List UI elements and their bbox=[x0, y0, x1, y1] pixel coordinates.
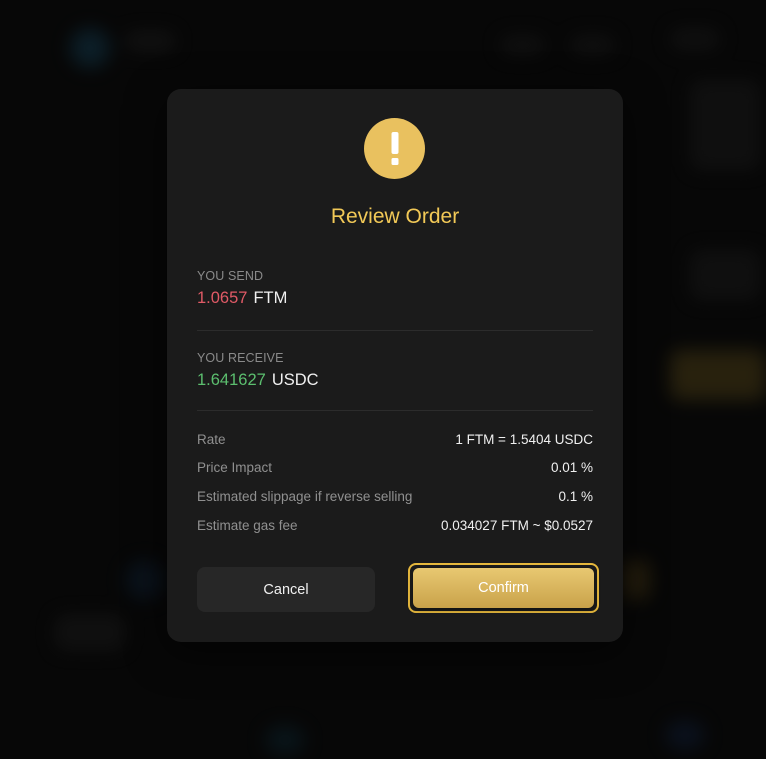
detail-row-gas-fee: Estimate gas fee 0.034027 FTM ~ $0.0527 bbox=[197, 518, 593, 533]
you-receive-amount: 1.641627 USDC bbox=[197, 371, 319, 390]
review-order-modal: Review Order YOU SEND 1.0657 FTM YOU RECE… bbox=[167, 89, 623, 642]
warning-exclamation-icon bbox=[364, 118, 425, 179]
detail-label: Estimated slippage if reverse selling bbox=[197, 489, 413, 504]
divider bbox=[197, 330, 593, 331]
receive-token: USDC bbox=[271, 371, 319, 389]
you-send-amount: 1.0657 FTM bbox=[197, 289, 287, 308]
divider bbox=[197, 410, 593, 411]
modal-title: Review Order bbox=[330, 205, 460, 228]
detail-label: Price Impact bbox=[197, 460, 273, 475]
detail-label: Rate bbox=[197, 432, 226, 447]
detail-row-rate: Rate 1 FTM = 1.5404 USDC bbox=[197, 432, 593, 447]
you-receive-label: YOU RECEIVE bbox=[197, 351, 284, 365]
detail-value: 0.1 % bbox=[558, 489, 593, 504]
confirm-button-focus-ring: Confirm bbox=[408, 563, 599, 613]
you-send-label: YOU SEND bbox=[197, 269, 264, 283]
detail-value: 0.034027 FTM ~ $0.0527 bbox=[441, 518, 593, 533]
send-amount-value: 1.0657 bbox=[197, 289, 248, 307]
detail-value: 0.01 % bbox=[550, 460, 593, 475]
receive-amount-value: 1.641627 bbox=[197, 371, 266, 389]
detail-label: Estimate gas fee bbox=[197, 518, 298, 533]
send-token: FTM bbox=[253, 289, 288, 307]
detail-row-price-impact: Price Impact 0.01 % bbox=[197, 460, 593, 475]
confirm-button[interactable]: Confirm bbox=[413, 568, 594, 608]
detail-value: 1 FTM = 1.5404 USDC bbox=[455, 432, 593, 447]
detail-row-slippage: Estimated slippage if reverse selling 0.… bbox=[197, 489, 593, 504]
cancel-button[interactable]: Cancel bbox=[197, 567, 375, 612]
